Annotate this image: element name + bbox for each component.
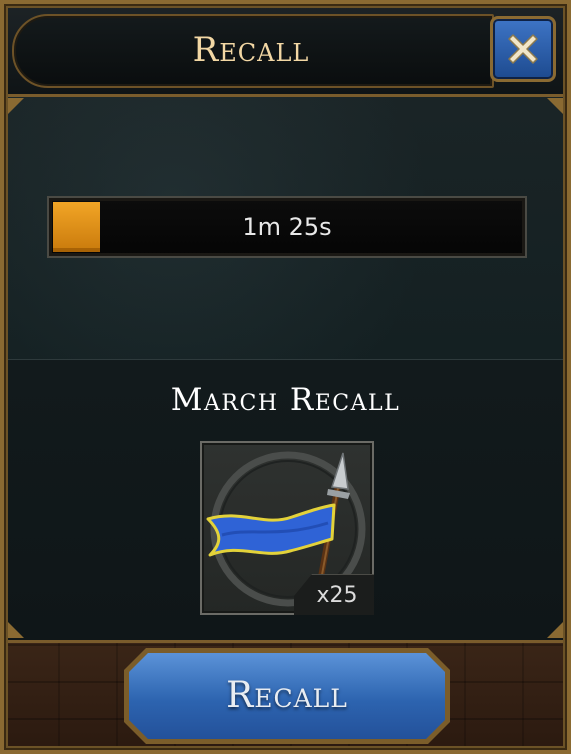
corner-ornament-icon [547, 98, 563, 114]
recall-progress-bar: 1m 25s [47, 196, 527, 258]
recall-dialog: Recall 1m 25s March Recall x25 Recall [0, 0, 571, 754]
close-button[interactable] [490, 16, 556, 82]
corner-ornament-icon [8, 622, 24, 638]
recall-button[interactable]: Recall [124, 648, 450, 744]
time-remaining: 1m 25s [242, 213, 332, 241]
title-bar: Recall [0, 0, 571, 97]
close-x-icon [508, 34, 538, 64]
march-recall-item[interactable]: x25 [200, 441, 374, 615]
dialog-title: Recall [192, 30, 310, 70]
corner-ornament-icon [547, 622, 563, 638]
recall-button-label: Recall [226, 675, 348, 716]
corner-ornament-icon [8, 98, 24, 114]
item-section-title: March Recall [170, 382, 401, 418]
